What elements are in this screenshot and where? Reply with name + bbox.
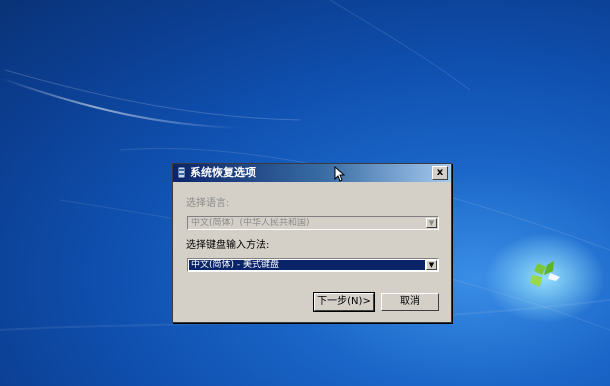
keyboard-select-value: 中文(简体) - 美式键盘 — [189, 260, 425, 270]
language-label: 选择语言: — [186, 198, 230, 209]
mouse-cursor-icon — [334, 166, 345, 182]
system-recovery-icon — [177, 166, 186, 179]
chevron-down-icon[interactable]: ▼ — [426, 218, 437, 228]
desktop: 系统恢复选项 x 选择语言: 中文(简体）(中华人民共和国) ▼ 选择键盘输入方… — [0, 0, 610, 386]
dialog-titlebar[interactable]: 系统恢复选项 x — [173, 164, 451, 182]
chevron-down-icon[interactable]: ▼ — [426, 260, 437, 270]
keyboard-select[interactable]: 中文(简体) - 美式键盘 ▼ — [187, 258, 439, 272]
system-recovery-dialog: 系统恢复选项 x 选择语言: 中文(简体）(中华人民共和国) ▼ 选择键盘输入方… — [172, 163, 452, 323]
language-select[interactable]: 中文(简体）(中华人民共和国) ▼ — [187, 216, 439, 230]
keyboard-label: 选择键盘输入方法: — [186, 240, 270, 251]
dialog-title: 系统恢复选项 — [190, 166, 256, 179]
language-select-value: 中文(简体）(中华人民共和国) — [191, 218, 310, 228]
next-button[interactable]: 下一步(N)> — [313, 292, 375, 312]
windows-logo-icon — [530, 261, 560, 287]
cancel-button[interactable]: 取消 — [381, 293, 439, 311]
close-button[interactable]: x — [432, 166, 448, 180]
